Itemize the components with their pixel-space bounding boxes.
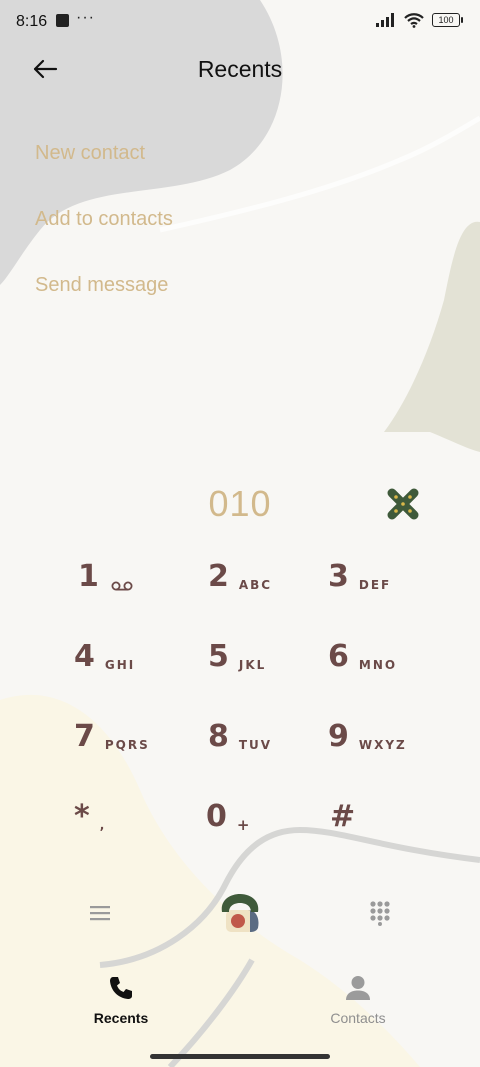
battery-icon: 100 (432, 13, 463, 27)
status-time: 8:16 (16, 13, 48, 30)
dialpad-icon (370, 901, 390, 926)
delete-x-icon (387, 488, 419, 520)
key-9[interactable]: 9 WXYZ (328, 692, 468, 753)
key-2[interactable]: 2 ABC (208, 532, 348, 593)
key-0[interactable]: 0 + (206, 772, 346, 833)
person-icon (346, 976, 370, 1000)
nav-contacts[interactable]: Contacts (278, 975, 438, 1026)
key-8[interactable]: 8 TUV (208, 692, 348, 753)
menu-button[interactable] (80, 893, 120, 933)
nav-contacts-label: Contacts (330, 1010, 386, 1026)
key-star[interactable]: * , (74, 772, 214, 833)
key-digit: 1 (78, 559, 99, 594)
home-indicator[interactable] (150, 1054, 330, 1059)
key-7[interactable]: 7 PQRS (74, 692, 214, 753)
voicemail-icon (111, 581, 133, 591)
phone-icon (110, 977, 132, 999)
notification-icon (56, 14, 69, 27)
page-title: Recents (197, 56, 283, 82)
key-6[interactable]: 6 MNO (328, 612, 468, 673)
wifi-icon (404, 13, 424, 28)
nav-recents[interactable]: Recents (41, 975, 201, 1026)
new-contact-action[interactable]: New contact (35, 142, 145, 165)
send-message-action[interactable]: Send message (35, 274, 168, 297)
key-3[interactable]: 3 DEF (328, 532, 468, 593)
key-hash[interactable]: # (330, 772, 470, 832)
key-4[interactable]: 4 GHI (74, 612, 214, 673)
key-1[interactable]: 1 (78, 532, 218, 592)
dialed-number: 010 (208, 483, 272, 524)
status-bar: 8:16 ··· 100 (0, 0, 480, 44)
delete-button[interactable] (383, 484, 423, 524)
nav-recents-label: Recents (93, 1010, 149, 1026)
key-5[interactable]: 5 JKL (208, 612, 348, 673)
call-button[interactable] (214, 888, 266, 938)
more-notifications-icon: ··· (76, 9, 95, 26)
add-to-contacts-action[interactable]: Add to contacts (35, 208, 173, 231)
dialpad-toggle-button[interactable] (360, 893, 400, 933)
signal-icon (376, 13, 394, 27)
menu-icon (90, 906, 110, 921)
phone-call-icon (221, 894, 259, 932)
